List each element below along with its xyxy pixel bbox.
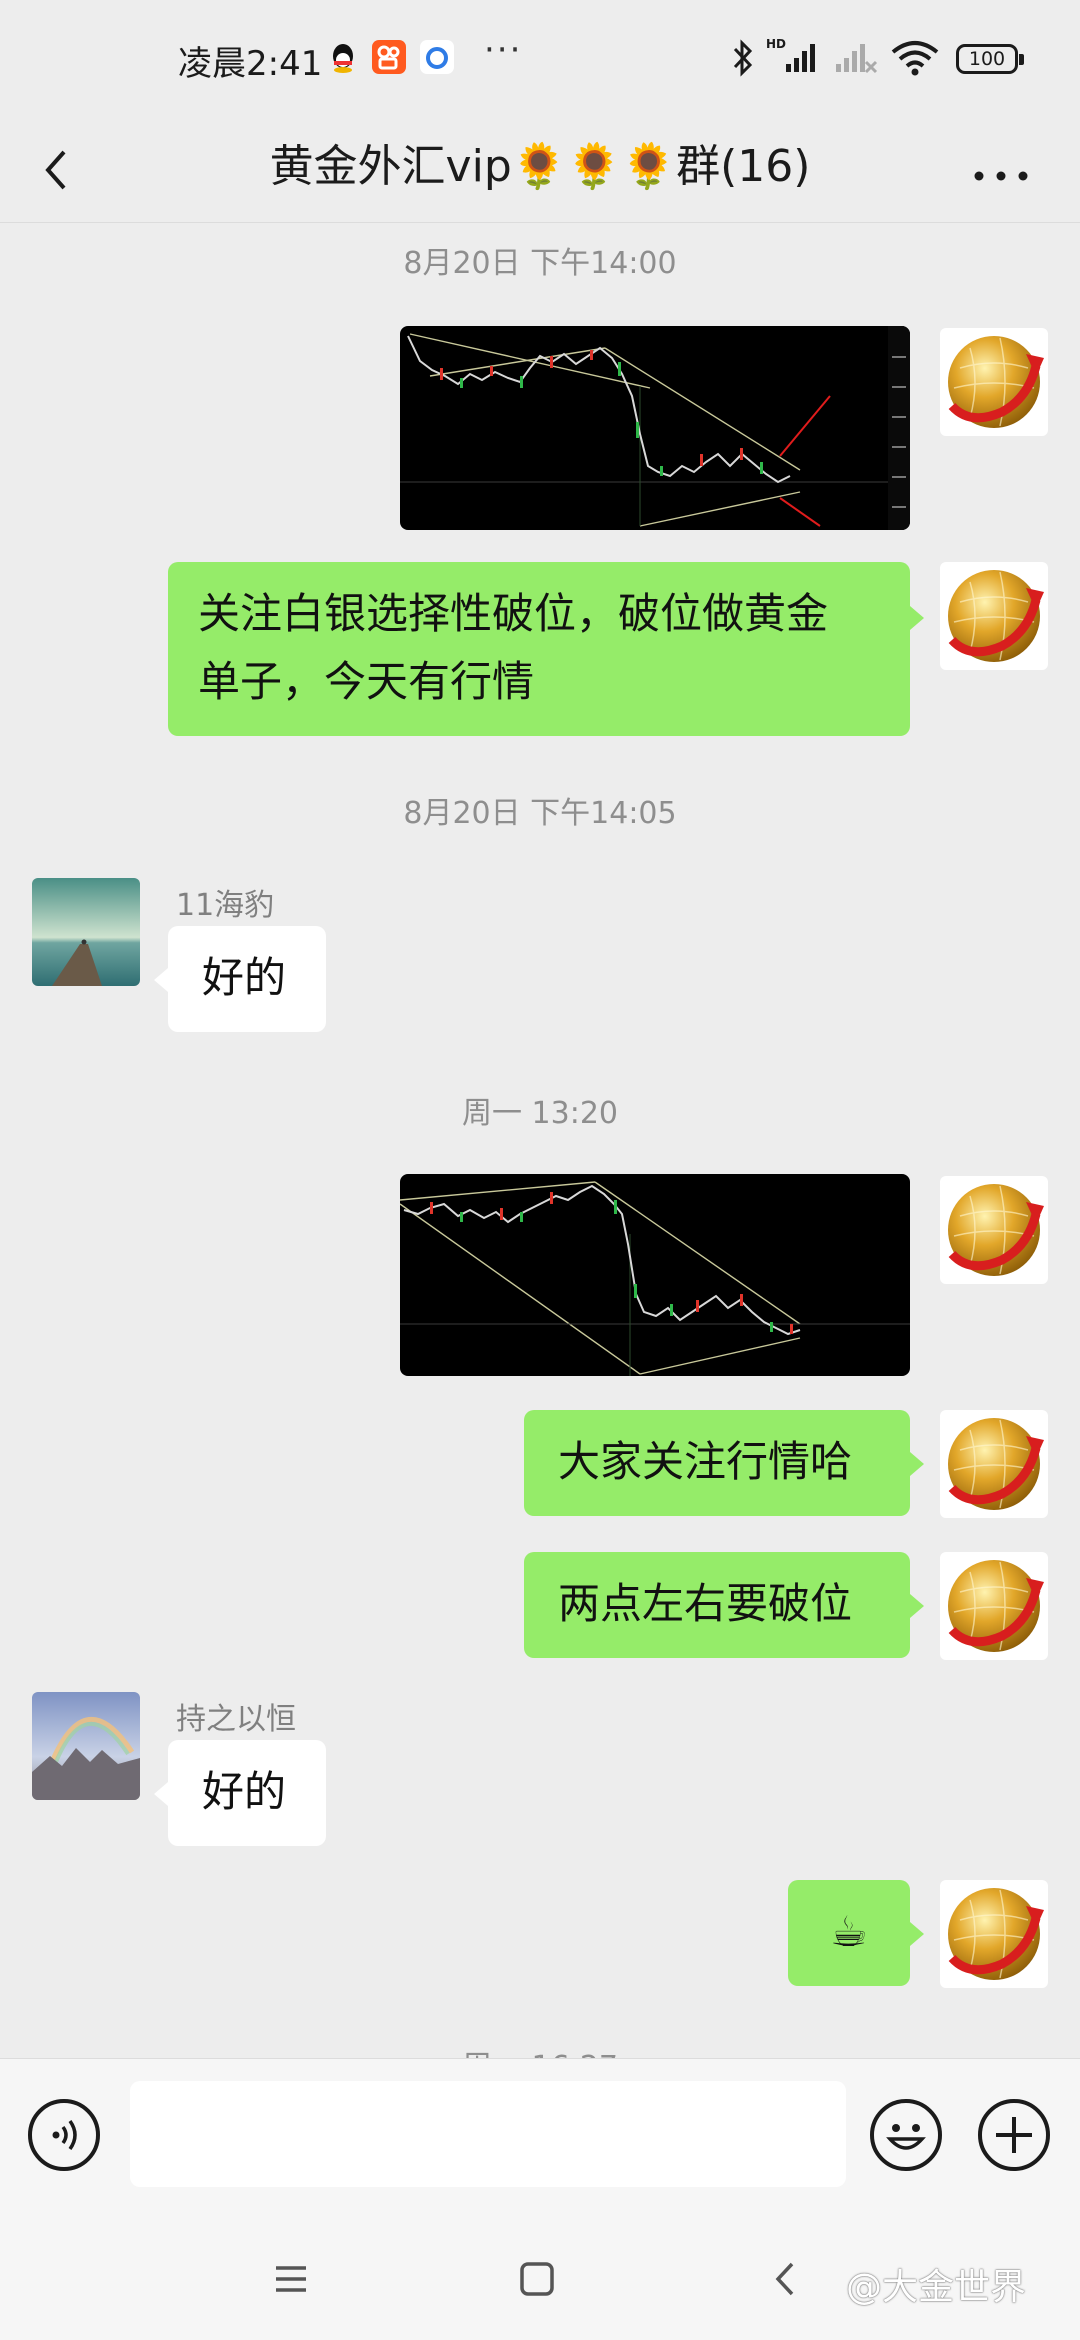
- status-time: 凌晨2:41: [178, 44, 323, 84]
- candlestick-chart-thumbnail: [400, 1181, 910, 1376]
- watermark: @大金世界: [846, 2267, 1027, 2308]
- message-bubble[interactable]: 好的: [168, 926, 326, 1032]
- add-button[interactable]: [978, 2099, 1050, 2171]
- bubble-tail: [910, 606, 924, 630]
- message-text: 两点左右要破位: [558, 1579, 853, 1628]
- timestamp: 周一 13:20: [462, 1096, 618, 1131]
- message-text: 好的: [202, 953, 287, 1002]
- message-text: 好的: [202, 1767, 287, 1816]
- sender-name: 11海豹: [176, 888, 275, 923]
- smiley-icon: [886, 2124, 926, 2150]
- avatar[interactable]: [940, 1552, 1048, 1660]
- message-text-line: 关注白银选择性破位，破位做黄金: [198, 589, 829, 638]
- signal-weak-icon: [830, 36, 878, 80]
- ellipsis-icon: [974, 171, 1028, 181]
- avatar[interactable]: [940, 328, 1048, 436]
- home-square-icon: [520, 2262, 554, 2296]
- menu-nav-button[interactable]: [266, 2254, 316, 2308]
- timestamp: 周一 16:27: [0, 2042, 1080, 2058]
- back-triangle-icon: [775, 2262, 794, 2296]
- chart-image-message[interactable]: [400, 1174, 910, 1376]
- wifi-icon: [890, 38, 940, 82]
- timestamp: 8月20日 下午14:05: [403, 796, 677, 831]
- status-bar: 凌晨2:41 ··· HD 100: [0, 0, 1080, 118]
- bluetooth-icon: [730, 38, 756, 82]
- message-bubble[interactable]: 大家关注行情哈: [524, 1410, 910, 1516]
- timestamp-partial-clip: 周一 16:27: [0, 2036, 1080, 2058]
- message-bubble[interactable]: ☕: [788, 1880, 910, 1986]
- battery-icon: 100: [956, 44, 1024, 74]
- voice-button[interactable]: [28, 2099, 100, 2171]
- title-bar: 黄金外汇vip🌻🌻🌻群(16): [0, 118, 1080, 223]
- candlestick-chart-thumbnail: [400, 326, 910, 530]
- home-nav-button[interactable]: [512, 2254, 562, 2308]
- back-nav-button[interactable]: [762, 2254, 812, 2308]
- message-bubble[interactable]: 两点左右要破位: [524, 1552, 910, 1658]
- avatar[interactable]: [32, 1692, 140, 1800]
- avatar[interactable]: [940, 1880, 1048, 1988]
- status-more-icon: ···: [484, 30, 523, 70]
- message-input[interactable]: [130, 2081, 846, 2187]
- bubble-tail: [910, 1922, 924, 1946]
- avatar[interactable]: [32, 878, 140, 986]
- message-bubble[interactable]: 好的: [168, 1740, 326, 1846]
- bubble-tail: [910, 1594, 924, 1618]
- chart-image-message[interactable]: [400, 326, 910, 530]
- message-bubble[interactable]: 关注白银选择性破位，破位做黄金 单子，今天有行情: [168, 562, 910, 736]
- signal-icon: HD: [766, 36, 822, 80]
- more-button[interactable]: [966, 140, 1036, 200]
- hd-badge: HD: [766, 37, 786, 51]
- avatar[interactable]: [940, 1176, 1048, 1284]
- sender-name: 持之以恒: [176, 1702, 296, 1737]
- message-text-line: 单子，今天有行情: [198, 657, 535, 706]
- bubble-tail: [154, 968, 168, 992]
- input-bar: [0, 2058, 1080, 2225]
- plus-icon: [996, 2117, 1032, 2153]
- chat-title: 黄金外汇vip🌻🌻🌻群(16): [269, 141, 811, 192]
- bubble-tail: [154, 1782, 168, 1806]
- avatar[interactable]: [940, 562, 1048, 670]
- bubble-tail: [910, 1452, 924, 1476]
- message-text: 大家关注行情哈: [558, 1437, 853, 1486]
- coffee-emoji: ☕: [830, 1907, 868, 1956]
- menu-icon: [276, 2266, 306, 2292]
- emoji-button[interactable]: [870, 2099, 942, 2171]
- voice-icon: [52, 2119, 77, 2151]
- browser-icon: [420, 40, 454, 74]
- qq-icon: [326, 40, 360, 74]
- timestamp: 8月20日 下午14:00: [403, 246, 677, 281]
- avatar[interactable]: [940, 1410, 1048, 1518]
- kuaishou-icon: [372, 40, 406, 74]
